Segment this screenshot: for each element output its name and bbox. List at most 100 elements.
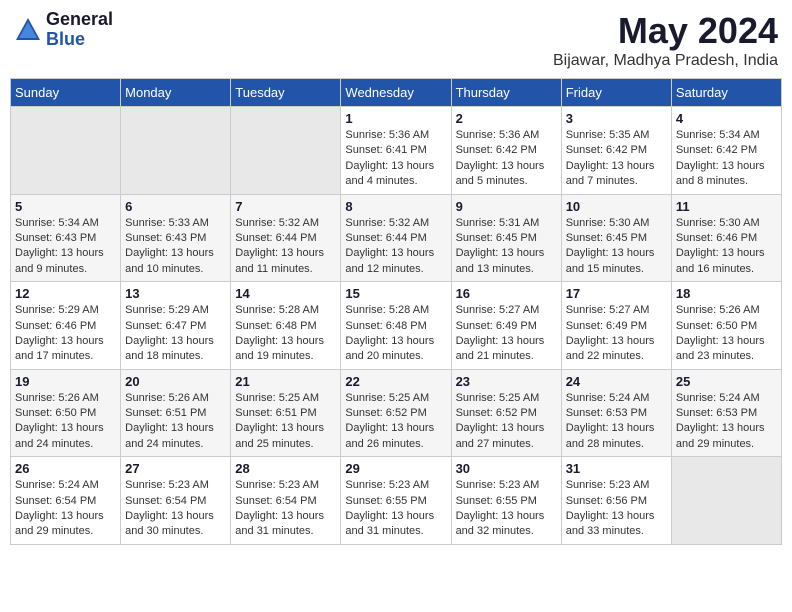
calendar-cell: 22 Sunrise: 5:25 AMSunset: 6:52 PMDayligh… [341, 369, 451, 457]
page-header: General Blue May 2024 Bijawar, Madhya Pr… [10, 10, 782, 70]
calendar-cell [231, 107, 341, 195]
day-detail: Sunrise: 5:23 AMSunset: 6:56 PMDaylight:… [566, 478, 667, 540]
day-number: 10 [566, 199, 667, 214]
calendar-cell: 6 Sunrise: 5:33 AMSunset: 6:43 PMDaylight… [121, 194, 231, 282]
day-number: 1 [345, 111, 446, 126]
day-number: 23 [456, 374, 557, 389]
calendar-week-row: 19 Sunrise: 5:26 AMSunset: 6:50 PMDayligh… [11, 369, 782, 457]
day-number: 28 [235, 461, 336, 476]
calendar-cell: 9Sunrise: 5:31 AMSunset: 6:45 PMDaylight… [451, 194, 561, 282]
day-number: 12 [15, 286, 116, 301]
calendar-cell [11, 107, 121, 195]
day-number: 18 [676, 286, 777, 301]
day-number: 29 [345, 461, 446, 476]
logo-text: General Blue [46, 10, 113, 50]
day-detail: Sunrise: 5:23 AMSunset: 6:55 PMDaylight:… [345, 478, 446, 540]
weekday-header: Saturday [671, 79, 781, 107]
day-number: 6 [125, 199, 226, 214]
weekday-header: Monday [121, 79, 231, 107]
calendar-cell: 15Sunrise: 5:28 AMSunset: 6:48 PMDayligh… [341, 282, 451, 370]
calendar-week-row: 26Sunrise: 5:24 AMSunset: 6:54 PMDayligh… [11, 457, 782, 545]
day-detail: Sunrise: 5:27 AMSunset: 6:49 PMDaylight:… [456, 303, 557, 365]
calendar-cell: 20 Sunrise: 5:26 AMSunset: 6:51 PMDayligh… [121, 369, 231, 457]
day-detail: Sunrise: 5:26 AMSunset: 6:50 PMDaylight:… [15, 391, 116, 453]
calendar-cell: 2Sunrise: 5:36 AMSunset: 6:42 PMDaylight… [451, 107, 561, 195]
calendar-cell: 10 Sunrise: 5:30 AMSunset: 6:45 PMDayligh… [561, 194, 671, 282]
logo: General Blue [14, 10, 113, 50]
day-detail: Sunrise: 5:26 AMSunset: 6:51 PMDaylight:… [125, 391, 226, 453]
calendar-cell: 14 Sunrise: 5:28 AMSunset: 6:48 PMDayligh… [231, 282, 341, 370]
calendar-cell: 11 Sunrise: 5:30 AMSunset: 6:46 PMDayligh… [671, 194, 781, 282]
weekday-header: Friday [561, 79, 671, 107]
day-number: 22 [345, 374, 446, 389]
day-number: 14 [235, 286, 336, 301]
calendar-cell: 4Sunrise: 5:34 AMSunset: 6:42 PMDaylight… [671, 107, 781, 195]
logo-blue: Blue [46, 30, 113, 50]
day-number: 17 [566, 286, 667, 301]
day-detail: Sunrise: 5:28 AMSunset: 6:48 PMDaylight:… [345, 303, 446, 365]
day-detail: Sunrise: 5:34 AMSunset: 6:43 PMDaylight:… [15, 216, 116, 278]
day-detail: Sunrise: 5:29 AMSunset: 6:46 PMDaylight:… [15, 303, 116, 365]
calendar-cell: 13 Sunrise: 5:29 AMSunset: 6:47 PMDayligh… [121, 282, 231, 370]
day-number: 13 [125, 286, 226, 301]
calendar-cell: 7Sunrise: 5:32 AMSunset: 6:44 PMDaylight… [231, 194, 341, 282]
day-detail: Sunrise: 5:30 AMSunset: 6:46 PMDaylight:… [676, 216, 777, 278]
day-detail: Sunrise: 5:24 AMSunset: 6:54 PMDaylight:… [15, 478, 116, 540]
calendar-cell: 27 Sunrise: 5:23 AMSunset: 6:54 PMDayligh… [121, 457, 231, 545]
calendar-cell: 25 Sunrise: 5:24 AMSunset: 6:53 PMDayligh… [671, 369, 781, 457]
calendar-cell: 21 Sunrise: 5:25 AMSunset: 6:51 PMDayligh… [231, 369, 341, 457]
day-detail: Sunrise: 5:35 AMSunset: 6:42 PMDaylight:… [566, 128, 667, 190]
day-number: 27 [125, 461, 226, 476]
calendar-cell: 26Sunrise: 5:24 AMSunset: 6:54 PMDayligh… [11, 457, 121, 545]
calendar-cell: 5 Sunrise: 5:34 AMSunset: 6:43 PMDaylight… [11, 194, 121, 282]
weekday-header: Thursday [451, 79, 561, 107]
day-detail: Sunrise: 5:24 AMSunset: 6:53 PMDaylight:… [676, 391, 777, 453]
day-number: 16 [456, 286, 557, 301]
day-number: 30 [456, 461, 557, 476]
day-detail: Sunrise: 5:29 AMSunset: 6:47 PMDaylight:… [125, 303, 226, 365]
weekday-header: Wednesday [341, 79, 451, 107]
day-detail: Sunrise: 5:36 AMSunset: 6:41 PMDaylight:… [345, 128, 446, 190]
day-number: 5 [15, 199, 116, 214]
day-detail: Sunrise: 5:33 AMSunset: 6:43 PMDaylight:… [125, 216, 226, 278]
day-detail: Sunrise: 5:32 AMSunset: 6:44 PMDaylight:… [345, 216, 446, 278]
day-detail: Sunrise: 5:26 AMSunset: 6:50 PMDaylight:… [676, 303, 777, 365]
calendar-cell: 3Sunrise: 5:35 AMSunset: 6:42 PMDaylight… [561, 107, 671, 195]
weekday-header-row: SundayMondayTuesdayWednesdayThursdayFrid… [11, 79, 782, 107]
calendar-cell: 17 Sunrise: 5:27 AMSunset: 6:49 PMDayligh… [561, 282, 671, 370]
day-number: 11 [676, 199, 777, 214]
day-number: 19 [15, 374, 116, 389]
calendar-cell [671, 457, 781, 545]
day-detail: Sunrise: 5:25 AMSunset: 6:51 PMDaylight:… [235, 391, 336, 453]
day-detail: Sunrise: 5:27 AMSunset: 6:49 PMDaylight:… [566, 303, 667, 365]
main-title: May 2024 [553, 10, 778, 52]
day-detail: Sunrise: 5:28 AMSunset: 6:48 PMDaylight:… [235, 303, 336, 365]
title-block: May 2024 Bijawar, Madhya Pradesh, India [553, 10, 778, 70]
day-number: 20 [125, 374, 226, 389]
day-detail: Sunrise: 5:30 AMSunset: 6:45 PMDaylight:… [566, 216, 667, 278]
calendar-cell: 23Sunrise: 5:25 AMSunset: 6:52 PMDayligh… [451, 369, 561, 457]
calendar-cell: 12 Sunrise: 5:29 AMSunset: 6:46 PMDayligh… [11, 282, 121, 370]
day-number: 25 [676, 374, 777, 389]
day-number: 21 [235, 374, 336, 389]
calendar-week-row: 5 Sunrise: 5:34 AMSunset: 6:43 PMDaylight… [11, 194, 782, 282]
day-detail: Sunrise: 5:23 AMSunset: 6:54 PMDaylight:… [125, 478, 226, 540]
calendar-cell: 18 Sunrise: 5:26 AMSunset: 6:50 PMDayligh… [671, 282, 781, 370]
day-number: 4 [676, 111, 777, 126]
subtitle: Bijawar, Madhya Pradesh, India [553, 52, 778, 70]
day-detail: Sunrise: 5:31 AMSunset: 6:45 PMDaylight:… [456, 216, 557, 278]
day-detail: Sunrise: 5:24 AMSunset: 6:53 PMDaylight:… [566, 391, 667, 453]
calendar-cell: 16 Sunrise: 5:27 AMSunset: 6:49 PMDayligh… [451, 282, 561, 370]
calendar-cell: 28Sunrise: 5:23 AMSunset: 6:54 PMDayligh… [231, 457, 341, 545]
day-number: 24 [566, 374, 667, 389]
calendar-cell: 24 Sunrise: 5:24 AMSunset: 6:53 PMDayligh… [561, 369, 671, 457]
calendar-table: SundayMondayTuesdayWednesdayThursdayFrid… [10, 78, 782, 545]
logo-icon [14, 16, 42, 44]
calendar-week-row: 12 Sunrise: 5:29 AMSunset: 6:46 PMDayligh… [11, 282, 782, 370]
weekday-header: Tuesday [231, 79, 341, 107]
day-number: 2 [456, 111, 557, 126]
calendar-cell: 8Sunrise: 5:32 AMSunset: 6:44 PMDaylight… [341, 194, 451, 282]
logo-general: General [46, 10, 113, 30]
day-detail: Sunrise: 5:25 AMSunset: 6:52 PMDaylight:… [345, 391, 446, 453]
calendar-cell [121, 107, 231, 195]
